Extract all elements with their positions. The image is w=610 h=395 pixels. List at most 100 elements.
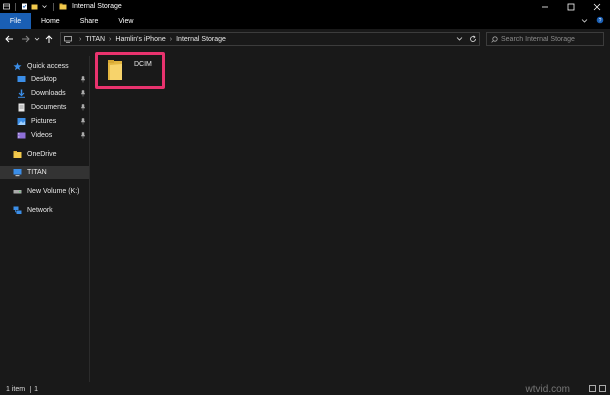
computer-icon [13, 168, 22, 177]
sidebar-item-label: Quick access [27, 63, 69, 70]
chevron-down-icon [34, 37, 40, 41]
back-button[interactable] [3, 32, 15, 46]
breadcrumb-iphone[interactable]: Hamlin's iPhone [115, 36, 165, 43]
sidebar-item-downloads[interactable]: Downloads [0, 87, 89, 100]
tab-share[interactable]: Share [70, 13, 109, 29]
sidebar-item-label: Documents [31, 104, 67, 111]
pin-icon [80, 132, 86, 139]
folder-name: DCIM [134, 61, 152, 68]
sidebar-item-pictures[interactable]: Pictures [0, 115, 89, 128]
navigation-bar: › TITAN › Hamlin's iPhone › Internal Sto… [0, 30, 610, 48]
desktop-icon [17, 75, 26, 84]
sidebar-item-label: Pictures [31, 118, 57, 125]
chevron-down-icon [456, 37, 463, 41]
customize-toolbar-icon[interactable] [41, 3, 48, 10]
sidebar-item-titan[interactable]: TITAN [0, 166, 89, 179]
new-document-icon[interactable] [21, 3, 28, 10]
sidebar-item-onedrive[interactable]: OneDrive [0, 148, 89, 161]
close-icon [593, 3, 601, 10]
forward-button[interactable] [19, 32, 31, 46]
breadcrumb-separator: › [79, 35, 82, 43]
search-box [486, 32, 604, 46]
watermark-text: wtvid.com [525, 384, 570, 395]
title-bar: Internal Storage [0, 0, 610, 13]
maximize-button[interactable] [558, 0, 584, 13]
sidebar-item-label: OneDrive [27, 151, 57, 158]
address-bar[interactable]: › TITAN › Hamlin's iPhone › Internal Sto… [60, 32, 480, 46]
sidebar-item-label: New Volume (K:) [27, 188, 80, 195]
network-icon [13, 206, 22, 215]
sidebar-item-label: Downloads [31, 90, 66, 97]
sidebar-item-label: Videos [31, 132, 53, 139]
new-folder-icon[interactable] [31, 3, 38, 10]
download-icon [17, 89, 26, 98]
address-bar-controls [456, 34, 477, 45]
folder-icon [107, 59, 123, 82]
qa-separator [53, 2, 54, 11]
refresh-button[interactable] [469, 34, 477, 45]
chevron-down-icon [581, 18, 588, 23]
sidebar-item-documents[interactable]: Documents [0, 101, 89, 114]
pin-icon [80, 104, 86, 111]
pin-icon [80, 90, 86, 97]
maximize-icon [567, 3, 575, 10]
refresh-icon [470, 34, 476, 42]
sidebar-item-label: Network [27, 207, 53, 214]
sidebar-item-label: Desktop [31, 76, 57, 83]
picture-icon [17, 117, 26, 126]
view-mode-buttons [589, 385, 606, 392]
ribbon-right-controls: ? [581, 13, 604, 29]
sidebar-item-new-volume[interactable]: New Volume (K:) [0, 185, 89, 198]
minimize-icon [542, 6, 548, 7]
arrow-right-icon [21, 35, 30, 43]
window-title: Internal Storage [72, 3, 122, 10]
search-input[interactable] [501, 35, 601, 43]
computer-icon [64, 35, 72, 43]
drive-icon [13, 187, 22, 196]
tab-file[interactable]: File [0, 13, 31, 29]
tab-home[interactable]: Home [31, 13, 70, 29]
status-extra: 1 [34, 385, 38, 393]
qa-separator [15, 2, 16, 11]
window-controls [532, 0, 610, 13]
folder-item-dcim[interactable]: DCIM [95, 52, 165, 89]
expand-ribbon-button[interactable] [581, 17, 588, 26]
large-icons-view-button[interactable] [599, 385, 606, 392]
breadcrumb-internal-storage[interactable]: Internal Storage [176, 36, 226, 43]
sidebar-item-videos[interactable]: Videos [0, 129, 89, 142]
breadcrumb-separator: › [169, 35, 173, 43]
arrow-up-icon [45, 34, 53, 43]
file-list-pane: DCIM [91, 48, 610, 382]
sidebar-item-label: TITAN [27, 169, 47, 176]
search-icon [491, 35, 498, 43]
status-bar: 1 item 1 wtvid.com [0, 383, 610, 395]
help-icon: ? [596, 16, 604, 24]
minimize-button[interactable] [532, 0, 558, 13]
sidebar-item-quick-access[interactable]: Quick access [0, 60, 89, 73]
status-divider [30, 385, 32, 393]
close-button[interactable] [584, 0, 610, 13]
arrow-left-icon [4, 35, 13, 43]
recent-locations-button[interactable] [31, 32, 43, 46]
up-button[interactable] [43, 32, 55, 46]
svg-text:?: ? [599, 18, 602, 24]
breadcrumb-titan[interactable]: TITAN [85, 36, 105, 43]
tab-view[interactable]: View [108, 13, 143, 29]
sidebar-item-desktop[interactable]: Desktop [0, 73, 89, 86]
properties-icon[interactable] [3, 3, 10, 10]
item-count: 1 item [6, 385, 26, 393]
address-history-button[interactable] [456, 35, 463, 44]
onedrive-icon [13, 150, 22, 159]
folder-title-icon [59, 3, 67, 10]
star-icon [13, 62, 22, 71]
sidebar-item-network[interactable]: Network [0, 204, 89, 217]
breadcrumb-separator: › [109, 35, 112, 43]
ribbon-tabs: File Home Share View ? [0, 13, 610, 29]
details-view-button[interactable] [589, 385, 596, 392]
video-icon [17, 131, 26, 140]
navigation-pane: Quick access Desktop Downloads Documents… [0, 56, 90, 382]
help-button[interactable]: ? [596, 16, 604, 26]
pin-icon [80, 118, 86, 125]
document-icon [17, 103, 26, 112]
pin-icon [80, 76, 86, 83]
